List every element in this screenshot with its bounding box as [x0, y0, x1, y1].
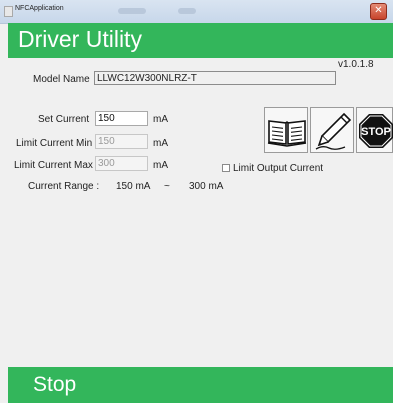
- current-range-label: Current Range :: [28, 181, 100, 192]
- read-button[interactable]: [264, 107, 308, 153]
- stop-label[interactable]: Stop: [33, 373, 76, 397]
- limit-max-input[interactable]: 300: [95, 156, 148, 171]
- app-icon: [4, 6, 13, 17]
- set-current-unit: mA: [153, 114, 168, 125]
- stop-bar[interactable]: Stop: [8, 367, 393, 403]
- title-bar-blur: [118, 8, 146, 14]
- limit-min-input[interactable]: 150: [95, 134, 148, 149]
- current-range-max: 300 mA: [189, 181, 224, 192]
- current-range-separator: ~: [164, 181, 170, 192]
- stop-sign-icon: STOP: [359, 114, 393, 148]
- limit-max-label: Limit Current Max: [14, 160, 93, 171]
- app-window: NFCApplication ✕ Driver Utility v1.0.1.8…: [0, 0, 393, 403]
- pencil-icon: [315, 112, 352, 150]
- limit-output-label[interactable]: Limit Output Current: [233, 163, 323, 174]
- limit-min-label: Limit Current Min: [16, 138, 93, 149]
- page-title: Driver Utility: [18, 26, 142, 52]
- limit-output-checkbox[interactable]: [222, 164, 230, 172]
- model-name-label: Model Name: [33, 74, 90, 85]
- write-button[interactable]: [310, 107, 354, 153]
- set-current-input[interactable]: 150: [95, 111, 148, 126]
- limit-max-unit: mA: [153, 160, 168, 171]
- stop-sign-text: STOP: [361, 126, 391, 138]
- title-bar-blur: [178, 8, 196, 14]
- header-bar: Driver Utility: [8, 23, 393, 58]
- title-bar[interactable]: NFCApplication ✕: [0, 0, 393, 24]
- book-icon: [267, 120, 307, 147]
- version-label: v1.0.1.8: [338, 59, 374, 70]
- close-button[interactable]: ✕: [370, 3, 387, 20]
- current-range-min: 150 mA: [116, 181, 151, 192]
- stop-button[interactable]: STOP: [356, 107, 393, 153]
- set-current-label: Set Current: [38, 114, 90, 125]
- model-name-field: LLWC12W300NLRZ-T: [94, 71, 336, 85]
- window-title: NFCApplication: [15, 5, 64, 12]
- limit-min-unit: mA: [153, 138, 168, 149]
